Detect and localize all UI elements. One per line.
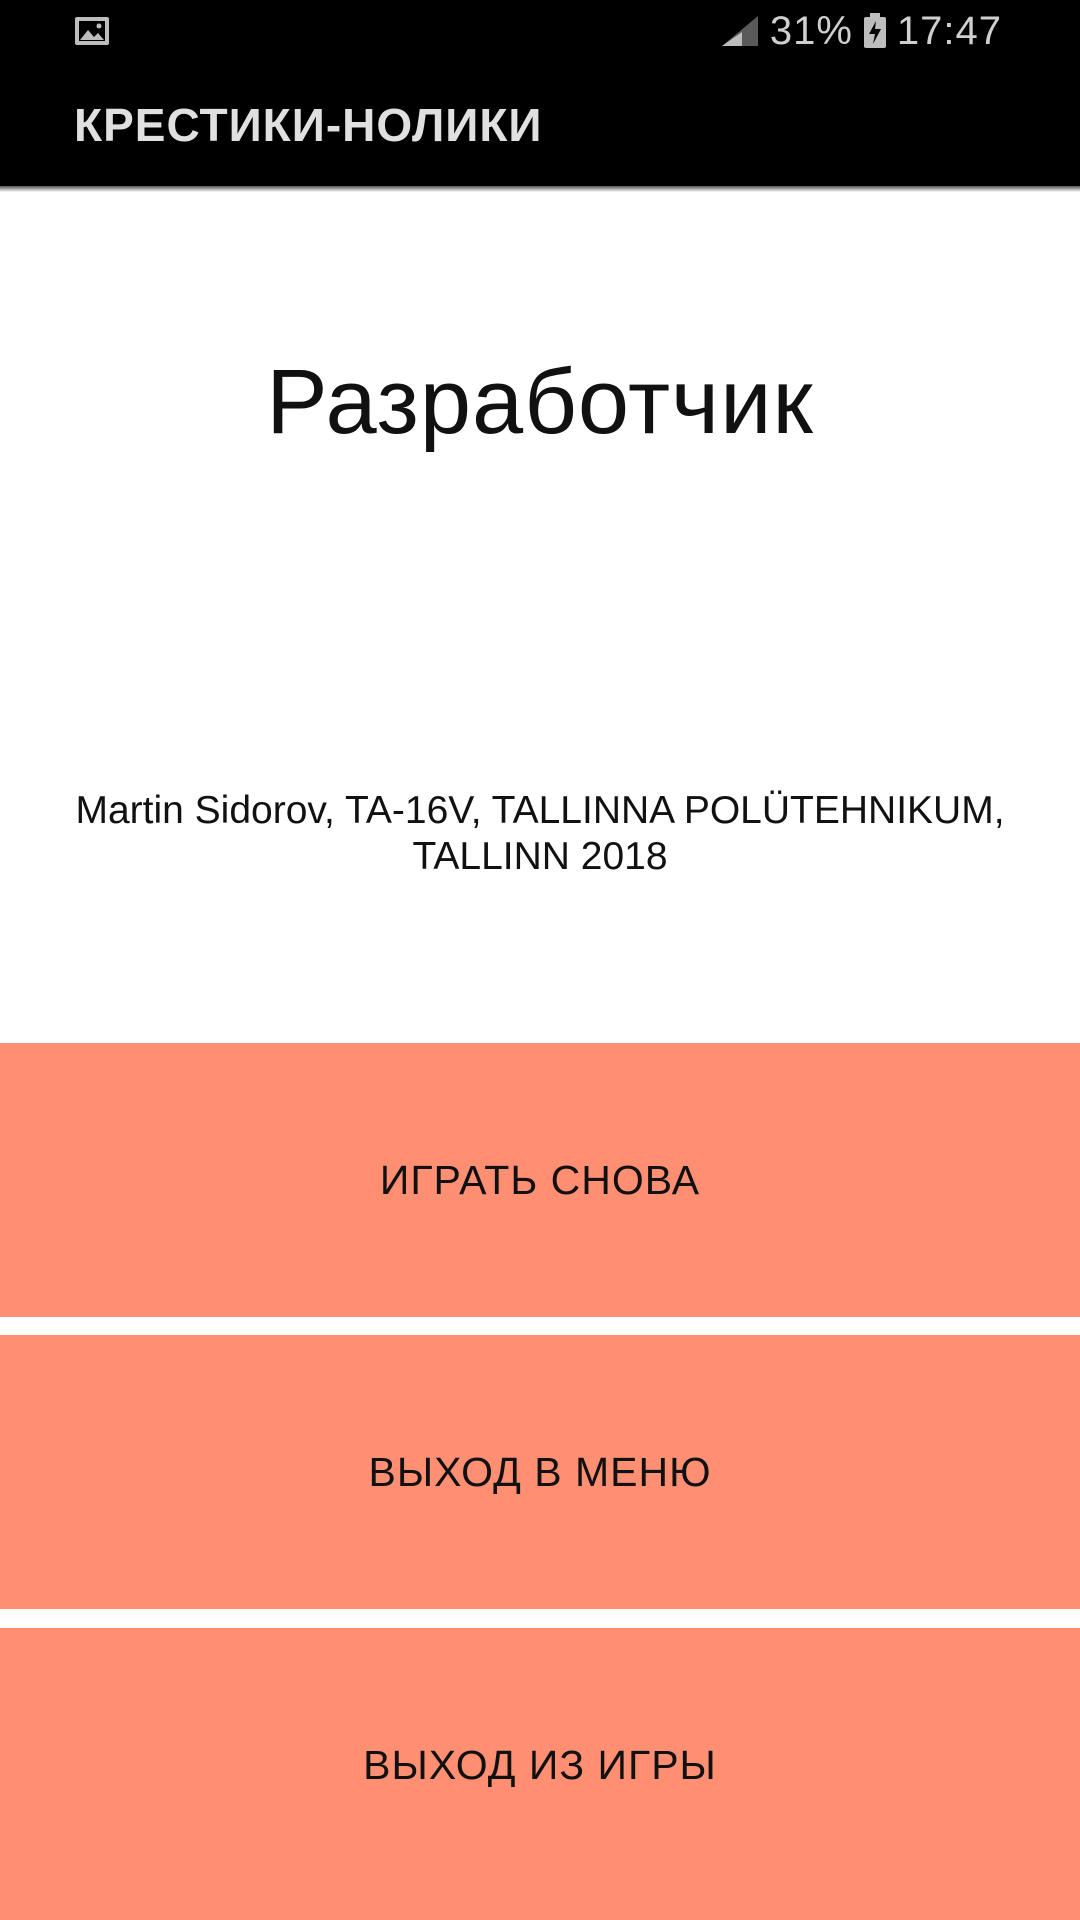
signal-icon: [720, 14, 760, 48]
app-bar-shadow: [0, 186, 1080, 192]
page-title: Разработчик: [266, 351, 814, 453]
exit-to-menu-button[interactable]: ВЫХОД В МЕНЮ: [0, 1335, 1080, 1609]
app-title: КРЕСТИКИ-НОЛИКИ: [74, 99, 543, 151]
play-again-button[interactable]: ИГРАТЬ СНОВА: [0, 1043, 1080, 1317]
battery-charging-icon: [863, 13, 887, 49]
status-time: 17:47: [896, 8, 1002, 53]
gallery-icon: [74, 16, 110, 46]
exit-game-button[interactable]: ВЫХОД ИЗ ИГРЫ: [0, 1628, 1080, 1920]
app-bar: КРЕСТИКИ-НОЛИКИ: [0, 62, 1080, 186]
battery-percentage: 31%: [769, 8, 853, 53]
status-bar: 31% 17:47: [0, 0, 1080, 62]
developer-credits: Martin Sidorov, TA-16V, TALLINNA POLÜTEH…: [75, 789, 1005, 878]
